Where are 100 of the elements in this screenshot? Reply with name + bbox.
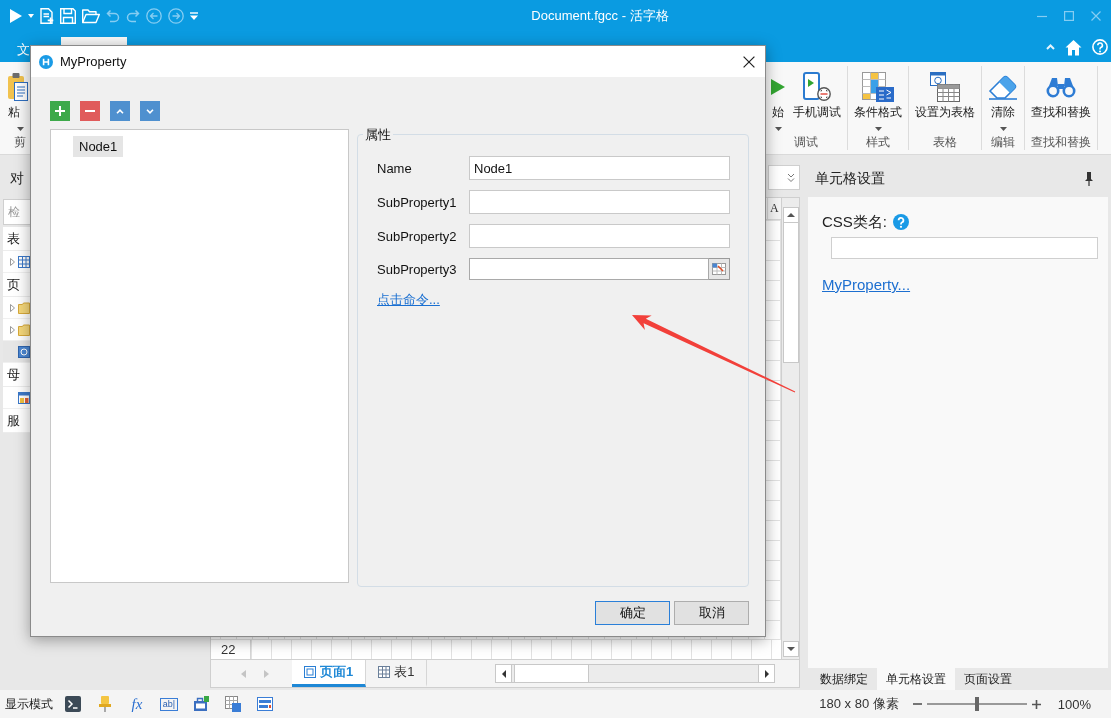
field-label: CSS类名: [822, 213, 887, 230]
formula-field[interactable] [768, 165, 800, 190]
section-header: 表 [3, 227, 30, 251]
tree-item[interactable] [3, 297, 30, 319]
tree-item[interactable] [3, 251, 30, 273]
group-label: 表格 [933, 134, 957, 150]
ribbon-button[interactable]: 条件格式 [854, 72, 902, 134]
group-label: 样式 [866, 134, 890, 150]
home-icon[interactable] [1065, 38, 1082, 56]
save-icon[interactable] [60, 8, 76, 24]
caret-down-icon[interactable] [28, 14, 34, 18]
ribbon-button[interactable]: 设置为表格 [915, 72, 975, 134]
panel-tab[interactable]: 数据绑定 [811, 668, 877, 690]
command-link[interactable]: 点击命令... [377, 292, 440, 307]
input-field[interactable] [469, 190, 730, 214]
pin-icon[interactable] [1085, 171, 1093, 186]
section-header: 服 [3, 409, 30, 433]
window-title: Document.fgcc - 活字格 [531, 7, 669, 25]
field-label: Name [377, 160, 413, 176]
play-icon[interactable] [10, 9, 22, 23]
phone-play-icon [803, 72, 831, 102]
input-field[interactable] [469, 224, 730, 248]
close-icon[interactable] [1091, 11, 1101, 21]
plus-icon[interactable] [1031, 699, 1041, 709]
folder-icon[interactable] [82, 8, 100, 24]
double-chevron-down-icon [787, 172, 795, 183]
new-document-icon[interactable] [40, 8, 54, 24]
caret-left-icon[interactable] [240, 669, 246, 678]
help-icon[interactable] [1092, 39, 1108, 55]
layout-icon [18, 391, 30, 404]
help-icon[interactable] [893, 213, 909, 230]
css-class-field[interactable] [831, 237, 1098, 259]
clipboard-icon [8, 73, 28, 101]
caret-right-icon [764, 669, 769, 678]
minus-icon[interactable] [912, 703, 922, 705]
scroll-thumb[interactable] [782, 223, 799, 363]
caret-left-icon [501, 669, 506, 678]
toolbox-icon[interactable] [193, 696, 209, 712]
field-label: SubProperty1 [377, 194, 458, 210]
table-icon[interactable] [225, 696, 241, 712]
scroll-down-button[interactable] [782, 641, 799, 657]
minus-icon [85, 110, 95, 112]
scroll-thumb[interactable] [514, 665, 589, 682]
zoom-readout: 100% [1057, 696, 1091, 712]
table-icon [18, 255, 30, 268]
play-icon [771, 79, 785, 95]
caret-right-icon[interactable] [263, 669, 269, 678]
table-icon [378, 666, 391, 678]
customize-caret-icon[interactable] [190, 12, 198, 20]
ribbon-button[interactable]: 查找和替换 [1031, 72, 1091, 134]
ribbon-button[interactable]: 始 [771, 72, 785, 134]
group-label: 剪 [14, 134, 26, 150]
panel-icon[interactable] [257, 696, 273, 712]
input-field[interactable]: Node1 [469, 156, 730, 180]
ribbon-button[interactable]: 手机调试 [793, 72, 841, 134]
scroll-up-button[interactable] [782, 207, 799, 223]
close-button[interactable] [743, 55, 755, 68]
add-button[interactable] [50, 101, 70, 121]
pushpin-icon[interactable] [98, 696, 112, 712]
horizontal-scrollbar[interactable] [495, 664, 775, 683]
sheet-tab[interactable]: 页面1 [292, 660, 367, 687]
input-field[interactable] [469, 258, 709, 280]
slider-thumb[interactable] [974, 697, 979, 711]
group-label: 编辑 [991, 134, 1015, 150]
scroll-left-button[interactable] [496, 665, 512, 682]
dialog-button[interactable]: 确定 [595, 601, 670, 625]
formula-symbol[interactable]: fx [131, 696, 143, 712]
close-icon [743, 55, 755, 68]
dialog-button[interactable]: 取消 [674, 601, 749, 625]
property-link[interactable]: MyProperty... [822, 276, 911, 293]
group-label: 查找和替换 [1031, 134, 1091, 150]
vertical-scrollbar[interactable] [781, 198, 799, 659]
panel-title: 单元格设置 [815, 169, 885, 188]
size-readout: 180 x 80 像素 [819, 695, 899, 713]
binoculars-icon [1046, 76, 1076, 98]
chevron-down-icon [146, 108, 154, 114]
remove-button[interactable] [80, 101, 100, 121]
sheet-tab[interactable]: 表1 [366, 660, 428, 687]
eraser-icon [988, 74, 1018, 100]
ribbon-button[interactable]: 清除 [988, 72, 1018, 134]
search-field[interactable]: 检 [3, 199, 30, 225]
mode-label: 显示模式 [5, 695, 53, 713]
tree-item[interactable] [3, 319, 30, 341]
logo-icon [39, 54, 53, 69]
panel-tab[interactable]: 单元格设置 [877, 668, 955, 690]
terminal-icon[interactable] [65, 696, 81, 712]
ribbon-button[interactable]: 粘 [8, 72, 28, 134]
textbox-symbol[interactable]: ab| [159, 697, 179, 711]
picker-button[interactable] [709, 258, 730, 280]
field-label: SubProperty2 [377, 228, 458, 244]
panel-tab[interactable]: 页面设置 [955, 668, 1021, 690]
group-label: 调试 [794, 134, 818, 150]
page-icon [304, 666, 316, 678]
maximize-icon[interactable] [1064, 11, 1074, 21]
tree-node[interactable]: Node1 [73, 136, 124, 157]
scroll-right-button[interactable] [758, 665, 774, 682]
chevron-up-icon[interactable] [1046, 44, 1055, 50]
move-up-button[interactable] [110, 101, 130, 121]
move-down-button[interactable] [140, 101, 160, 121]
tree-item[interactable] [3, 387, 30, 409]
